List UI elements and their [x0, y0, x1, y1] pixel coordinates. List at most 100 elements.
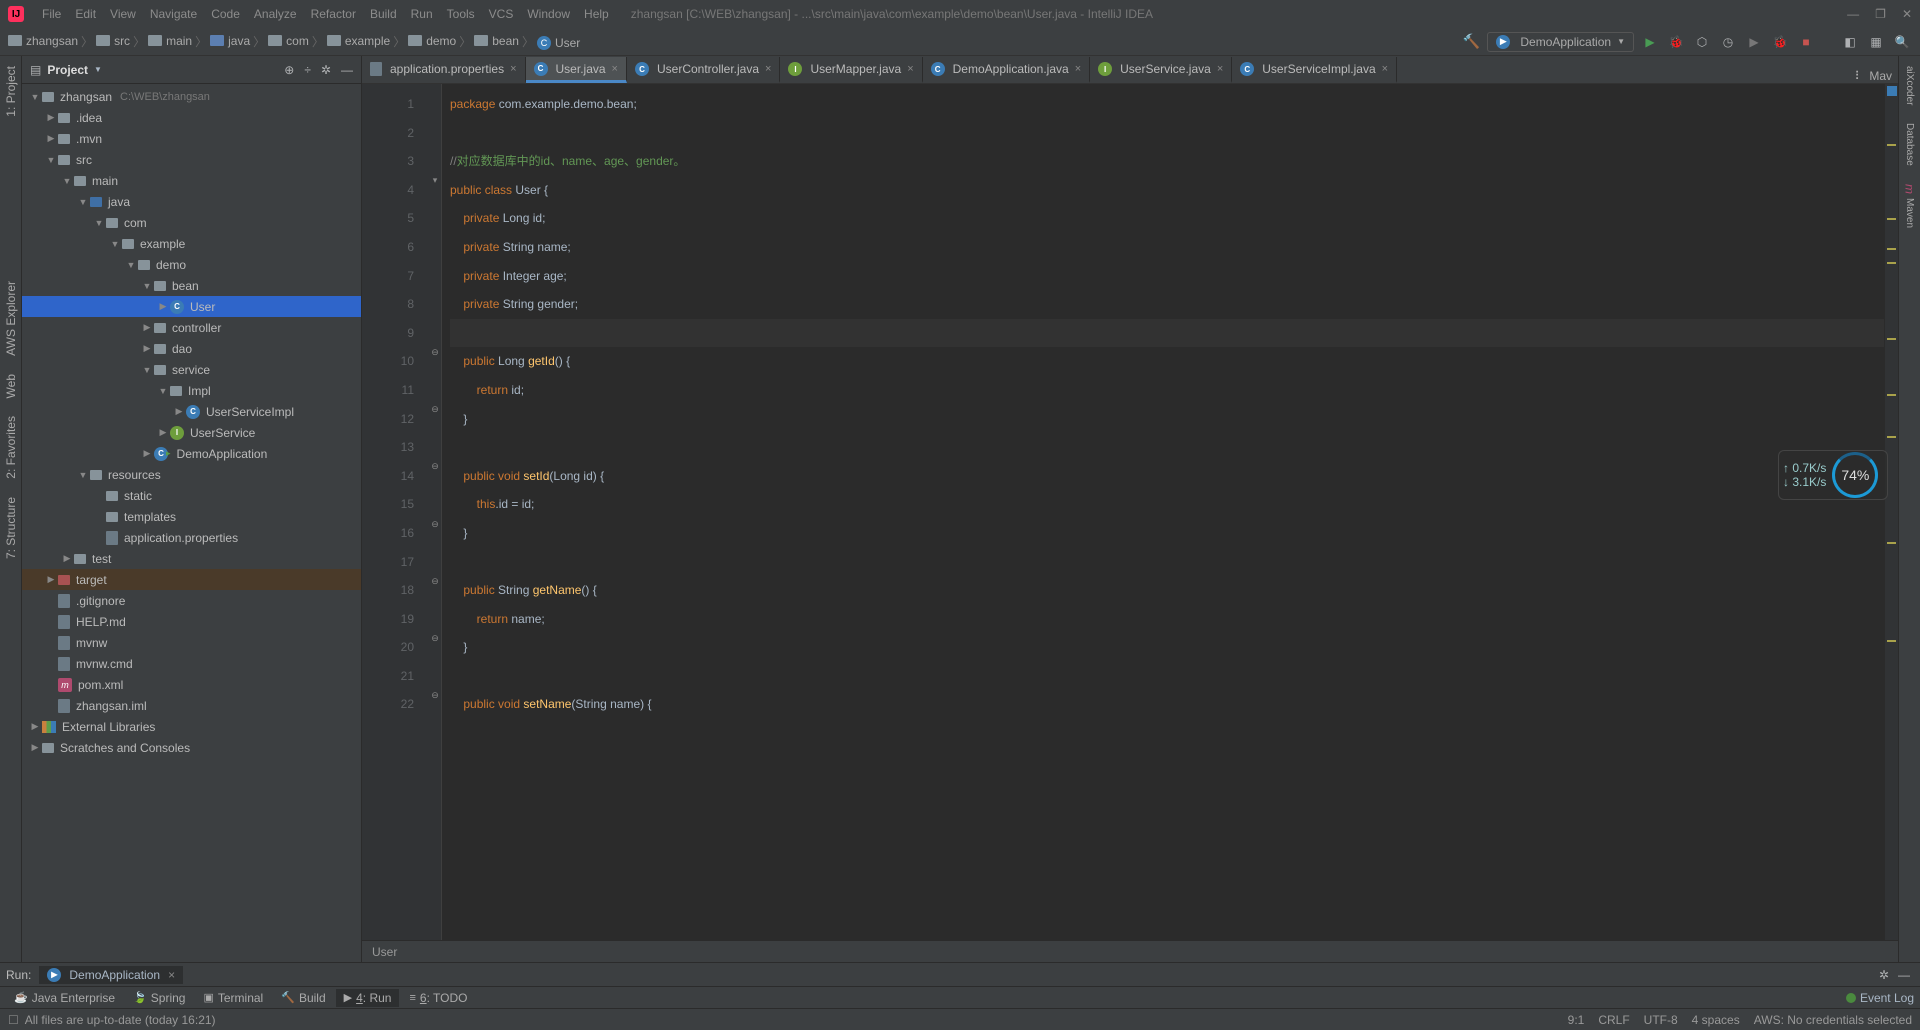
menu-edit[interactable]: Edit — [69, 5, 102, 23]
tree-item[interactable]: HELP.md — [22, 611, 361, 632]
bottom-tool-tab[interactable]: 🍃Spring — [125, 989, 193, 1007]
menu-tools[interactable]: Tools — [441, 5, 481, 23]
tree-item[interactable]: ▶CUserServiceImpl — [22, 401, 361, 422]
left-rail-tab[interactable]: AWS Explorer — [2, 275, 20, 362]
breadcrumb-item[interactable]: com — [268, 34, 309, 48]
breadcrumb-item[interactable]: demo — [408, 34, 456, 48]
tree-item[interactable]: zhangsan.iml — [22, 695, 361, 716]
menu-navigate[interactable]: Navigate — [144, 5, 203, 23]
breadcrumb-item[interactable]: java — [210, 34, 250, 48]
fold-icon[interactable]: ▾ — [430, 176, 440, 186]
close-icon[interactable]: × — [510, 63, 516, 75]
bottom-tool-tab[interactable]: ☕Java Enterprise — [6, 989, 123, 1007]
editor-tab[interactable]: CDemoApplication.java× — [923, 57, 1091, 83]
tree-item[interactable]: ▶dao — [22, 338, 361, 359]
left-rail-tab[interactable]: 2: Favorites — [2, 410, 20, 485]
fold-icon[interactable]: ⊖ — [430, 633, 440, 643]
menu-refactor[interactable]: Refactor — [305, 5, 362, 23]
tree-item[interactable]: ▼resources — [22, 464, 361, 485]
tree-item[interactable]: mpom.xml — [22, 674, 361, 695]
settings-icon[interactable]: ✲ — [1874, 965, 1894, 985]
menu-run[interactable]: Run — [405, 5, 439, 23]
locate-icon[interactable]: ⊕ — [284, 63, 294, 77]
chevron-down-icon[interactable]: ▼ — [94, 65, 102, 74]
aws-status[interactable]: AWS: No credentials selected — [1754, 1013, 1912, 1027]
stop-icon[interactable]: ■ — [1796, 32, 1816, 52]
close-icon[interactable]: × — [1217, 63, 1223, 75]
right-rail-tab[interactable]: Database — [1902, 117, 1917, 172]
file-encoding[interactable]: UTF-8 — [1644, 1013, 1678, 1027]
tree-item[interactable]: .gitignore — [22, 590, 361, 611]
bottom-tool-tab[interactable]: ▶4: Run — [336, 989, 400, 1007]
debug-icon[interactable]: 🐞 — [1666, 32, 1686, 52]
breadcrumb-item[interactable]: src — [96, 34, 130, 48]
right-rail-tab[interactable]: mMaven — [1901, 178, 1919, 234]
bottom-tool-tab[interactable]: 🔨Build — [273, 989, 333, 1007]
tree-item[interactable]: ▼bean — [22, 275, 361, 296]
event-log-tab[interactable]: Event Log — [1860, 991, 1914, 1005]
editor-tab[interactable]: application.properties× — [362, 57, 526, 83]
right-rail-tab[interactable]: aiXcoder — [1902, 60, 1917, 111]
tree-item[interactable]: ▶CUser — [22, 296, 361, 317]
tree-item[interactable]: mvnw — [22, 632, 361, 653]
breadcrumb-item[interactable]: zhangsan — [8, 34, 78, 48]
editor-tab[interactable]: CUser.java× — [526, 57, 627, 83]
close-icon[interactable]: × — [612, 63, 618, 75]
code-editor[interactable]: package com.example.demo.bean; //对应数据库中的… — [442, 84, 1884, 940]
fold-icon[interactable]: ⊖ — [430, 519, 440, 529]
fold-icon[interactable]: ⊖ — [430, 347, 440, 357]
menu-file[interactable]: File — [36, 5, 67, 23]
tree-item[interactable]: mvnw.cmd — [22, 653, 361, 674]
close-icon[interactable]: × — [765, 63, 771, 75]
run-tool-tab[interactable]: ▶ DemoApplication × — [39, 966, 183, 984]
collapse-icon[interactable]: ÷ — [304, 63, 311, 77]
fold-icon[interactable]: ⊖ — [430, 462, 440, 472]
menu-vcs[interactable]: VCS — [483, 5, 520, 23]
build-icon[interactable]: 🔨 — [1461, 32, 1481, 52]
tree-item[interactable]: ▶target — [22, 569, 361, 590]
menu-window[interactable]: Window — [521, 5, 576, 23]
panel-title[interactable]: Project — [47, 63, 88, 77]
editor-tab[interactable]: IUserMapper.java× — [780, 57, 922, 83]
search-icon[interactable]: 🔍 — [1892, 32, 1912, 52]
dropdown-icon[interactable]: ⠇ — [1855, 69, 1864, 83]
tree-item[interactable]: ▼example — [22, 233, 361, 254]
menu-analyze[interactable]: Analyze — [248, 5, 303, 23]
tree-item[interactable]: ▼java — [22, 191, 361, 212]
tree-item[interactable]: ▶Scratches and Consoles — [22, 737, 361, 758]
error-stripe[interactable] — [1884, 84, 1898, 940]
maven-tab[interactable]: Mav — [1869, 69, 1892, 83]
profile-icon[interactable]: ◷ — [1718, 32, 1738, 52]
fold-icon[interactable]: ⊖ — [430, 405, 440, 415]
fold-column[interactable]: ▾⊖⊖⊖⊖⊖⊖⊖ — [428, 84, 442, 940]
hide-icon[interactable]: — — [341, 63, 353, 77]
left-rail-tab[interactable]: 1: Project — [2, 60, 20, 123]
tree-item[interactable]: templates — [22, 506, 361, 527]
editor-tab[interactable]: CUserController.java× — [627, 57, 780, 83]
status-icon[interactable]: ☐ — [8, 1013, 19, 1027]
tree-item[interactable]: ▶controller — [22, 317, 361, 338]
breadcrumb-item[interactable]: main — [148, 34, 192, 48]
indent-info[interactable]: 4 spaces — [1692, 1013, 1740, 1027]
tree-item[interactable]: ▶IUserService — [22, 422, 361, 443]
debug-disabled-icon[interactable]: 🐞 — [1770, 32, 1790, 52]
run-config-selector[interactable]: ▶ DemoApplication ▼ — [1487, 32, 1634, 52]
tree-item[interactable]: ▼main — [22, 170, 361, 191]
settings-icon[interactable]: ✲ — [321, 63, 331, 77]
fold-icon[interactable]: ⊖ — [430, 576, 440, 586]
minimize-icon[interactable]: — — [1847, 7, 1859, 21]
bottom-tool-tab[interactable]: ▣Terminal — [195, 989, 271, 1007]
tree-item[interactable]: ▶.mvn — [22, 128, 361, 149]
breadcrumbs[interactable]: zhangsan〉src〉main〉java〉com〉example〉demo〉… — [8, 33, 580, 50]
tree-item[interactable]: ▼service — [22, 359, 361, 380]
hide-icon[interactable]: — — [1894, 965, 1914, 985]
menu-help[interactable]: Help — [578, 5, 615, 23]
tree-item[interactable]: ▶.idea — [22, 107, 361, 128]
breadcrumb-item[interactable]: CUser — [537, 36, 580, 50]
tree-item[interactable]: application.properties — [22, 527, 361, 548]
editor-breadcrumb[interactable]: User — [362, 940, 1898, 962]
breadcrumb-item[interactable]: example — [327, 34, 390, 48]
close-icon[interactable]: × — [907, 63, 913, 75]
run-disabled-icon[interactable]: ▶ — [1744, 32, 1764, 52]
tree-item[interactable]: ▼Impl — [22, 380, 361, 401]
